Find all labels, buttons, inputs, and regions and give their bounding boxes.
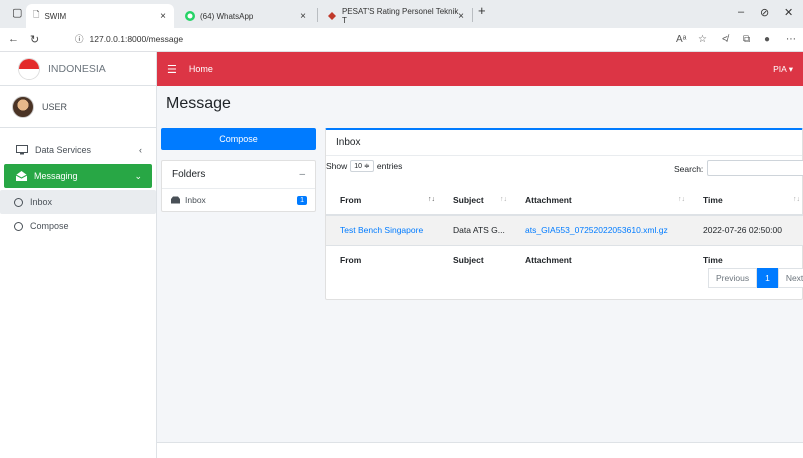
column-header-from[interactable]: From ↑↓	[326, 185, 439, 216]
url-text: 127.0.0.1:8000/message	[89, 34, 184, 44]
favorites-list-icon[interactable]: ≮	[722, 34, 728, 45]
page-icon: 🗋	[33, 10, 40, 19]
brand-text: INDONESIA	[48, 62, 106, 75]
count-badge: 1	[297, 195, 307, 205]
tab-label: (64) WhatsApp	[200, 11, 254, 21]
circle-icon	[14, 221, 23, 231]
footer-from: From	[326, 244, 439, 275]
sort-asc-icon: ↑↓	[428, 196, 435, 203]
sort-icon: ↑↓	[793, 196, 800, 203]
folder-item-inbox[interactable]: Inbox 1	[162, 189, 315, 211]
message-time: 2022-07-26 02:50:00	[703, 225, 782, 236]
tab-separator	[317, 8, 318, 22]
inbox-card: Inbox Show 10 ≑ entries Search: From ↑↓ S…	[325, 128, 803, 300]
info-icon: ⓘ	[75, 34, 84, 44]
tab-separator	[472, 8, 473, 22]
collapse-icon[interactable]: –	[299, 169, 305, 180]
back-icon[interactable]: ←	[8, 33, 19, 45]
footer-attachment: Attachment	[511, 244, 689, 275]
pesat-favicon-icon	[328, 12, 336, 20]
tab-close-icon[interactable]: ×	[160, 11, 166, 22]
table-header-row: From ↑↓ Subject ↑↓ Attachment ↑↓ Time ↑↓	[326, 185, 803, 216]
folders-header: Folders –	[162, 161, 315, 189]
favorite-icon[interactable]: ☆	[698, 34, 707, 45]
table-row: Test Bench Singapore Data ATS G... ats_G…	[326, 215, 803, 245]
sidebar-item-label: Compose	[30, 221, 69, 231]
collections-icon[interactable]: ⧉	[743, 34, 750, 45]
read-aloud-icon[interactable]: Aᵃ	[676, 34, 686, 45]
show-label: Show	[326, 161, 348, 171]
tab-close-icon[interactable]: ×	[458, 11, 464, 22]
message-from-link[interactable]: Test Bench Singapore	[326, 215, 439, 245]
tab-close-icon[interactable]: ×	[300, 11, 306, 22]
footer-subject: Subject	[439, 244, 511, 275]
sidebar: INDONESIA USER Data Services ‹ Messaging…	[0, 52, 157, 458]
address-toolbar: ← ↻ ⓘ 127.0.0.1:8000/message Aᵃ ☆ ≮ ⧉ ● …	[0, 28, 803, 52]
folders-card: Folders – Inbox 1	[161, 160, 316, 212]
sidebar-item-messaging[interactable]: Messaging ⌄	[4, 164, 152, 188]
search-input[interactable]	[707, 160, 803, 176]
refresh-icon[interactable]: ↻	[30, 33, 39, 46]
pagination-page-1[interactable]: 1	[757, 268, 778, 288]
inbox-icon	[171, 196, 180, 204]
chevron-left-icon: ‹	[139, 145, 142, 155]
sort-icon: ↑↓	[678, 196, 685, 203]
page-title: Message	[166, 95, 231, 112]
attachment-link[interactable]: ats_GIA553_07252022053610.xml.gz	[511, 215, 689, 245]
pagination: Previous 1 Next	[708, 268, 803, 288]
brand-link[interactable]: INDONESIA	[0, 52, 156, 86]
sidebar-item-label: Messaging	[34, 171, 78, 181]
sidebar-item-label: Data Services	[35, 145, 92, 155]
tab-pesat[interactable]: PESAT'S Rating Personel Teknik T ×	[320, 4, 472, 28]
inbox-table: From ↑↓ Subject ↑↓ Attachment ↑↓ Time ↑↓ Tes…	[326, 185, 803, 275]
window-close-icon[interactable]: ✕	[784, 6, 793, 19]
home-link[interactable]: Home	[189, 64, 213, 74]
indonesia-flag-icon	[18, 57, 40, 80]
pagination-next[interactable]: Next	[777, 268, 803, 288]
profile-icon[interactable]: ●	[764, 34, 770, 45]
column-header-time[interactable]: Time ↑↓	[689, 185, 803, 216]
avatar	[12, 95, 34, 118]
top-navbar: ☰ Home PIA ▾	[157, 52, 803, 86]
browser-tab-bar: ▢ 🗋 SWIM × (64) WhatsApp × PESAT'S Ratin…	[0, 0, 803, 28]
minimize-icon[interactable]: –	[738, 6, 744, 18]
whatsapp-icon	[185, 11, 195, 21]
sidebar-item-data-services[interactable]: Data Services ‹	[4, 138, 152, 162]
tab-label: SWIM	[44, 11, 67, 21]
chevron-down-icon: ⌄	[134, 170, 142, 181]
user-panel[interactable]: USER	[0, 86, 156, 128]
sidebar-menu: Data Services ‹ Messaging ⌄ Inbox Compos…	[0, 128, 156, 238]
tab-label: PESAT'S Rating Personel Teknik T	[341, 7, 459, 25]
entries-label: entries	[376, 161, 403, 171]
sort-icon: ↑↓	[500, 196, 507, 203]
page-footer	[157, 442, 803, 458]
circle-icon	[14, 197, 23, 207]
user-name: USER	[42, 101, 68, 112]
folder-label: Inbox	[185, 195, 206, 205]
folders-title: Folders	[172, 169, 206, 180]
message-subject: Data ATS G...	[453, 225, 505, 236]
envelope-open-icon	[16, 171, 27, 181]
menu-toggle-icon[interactable]: ☰	[167, 63, 177, 76]
compose-button[interactable]: Compose	[161, 128, 316, 150]
user-menu-dropdown[interactable]: PIA ▾	[773, 64, 793, 75]
entries-select[interactable]: 10 ≑	[350, 160, 374, 172]
sidebar-item-compose[interactable]: Compose	[0, 214, 156, 238]
search-label: Search:	[674, 164, 704, 174]
inbox-header: Inbox	[326, 130, 802, 156]
entries-length-control: Show 10 ≑ entries	[326, 160, 402, 172]
address-bar[interactable]: ⓘ 127.0.0.1:8000/message	[75, 33, 183, 45]
restore-icon[interactable]: ⊘	[760, 6, 769, 19]
monitor-icon	[16, 145, 28, 155]
tab-swim[interactable]: 🗋 SWIM ×	[26, 4, 174, 28]
tab-whatsapp[interactable]: (64) WhatsApp ×	[178, 4, 314, 28]
tab-actions-icon[interactable]: ▢	[12, 6, 22, 19]
sidebar-item-label: Inbox	[30, 197, 53, 207]
sidebar-item-inbox[interactable]: Inbox	[0, 190, 156, 214]
column-header-attachment[interactable]: Attachment ↑↓	[511, 185, 689, 216]
new-tab-icon[interactable]: +	[478, 3, 486, 18]
column-header-subject[interactable]: Subject ↑↓	[439, 185, 511, 216]
more-icon[interactable]: ⋯	[786, 34, 796, 45]
pagination-previous[interactable]: Previous	[708, 268, 758, 288]
